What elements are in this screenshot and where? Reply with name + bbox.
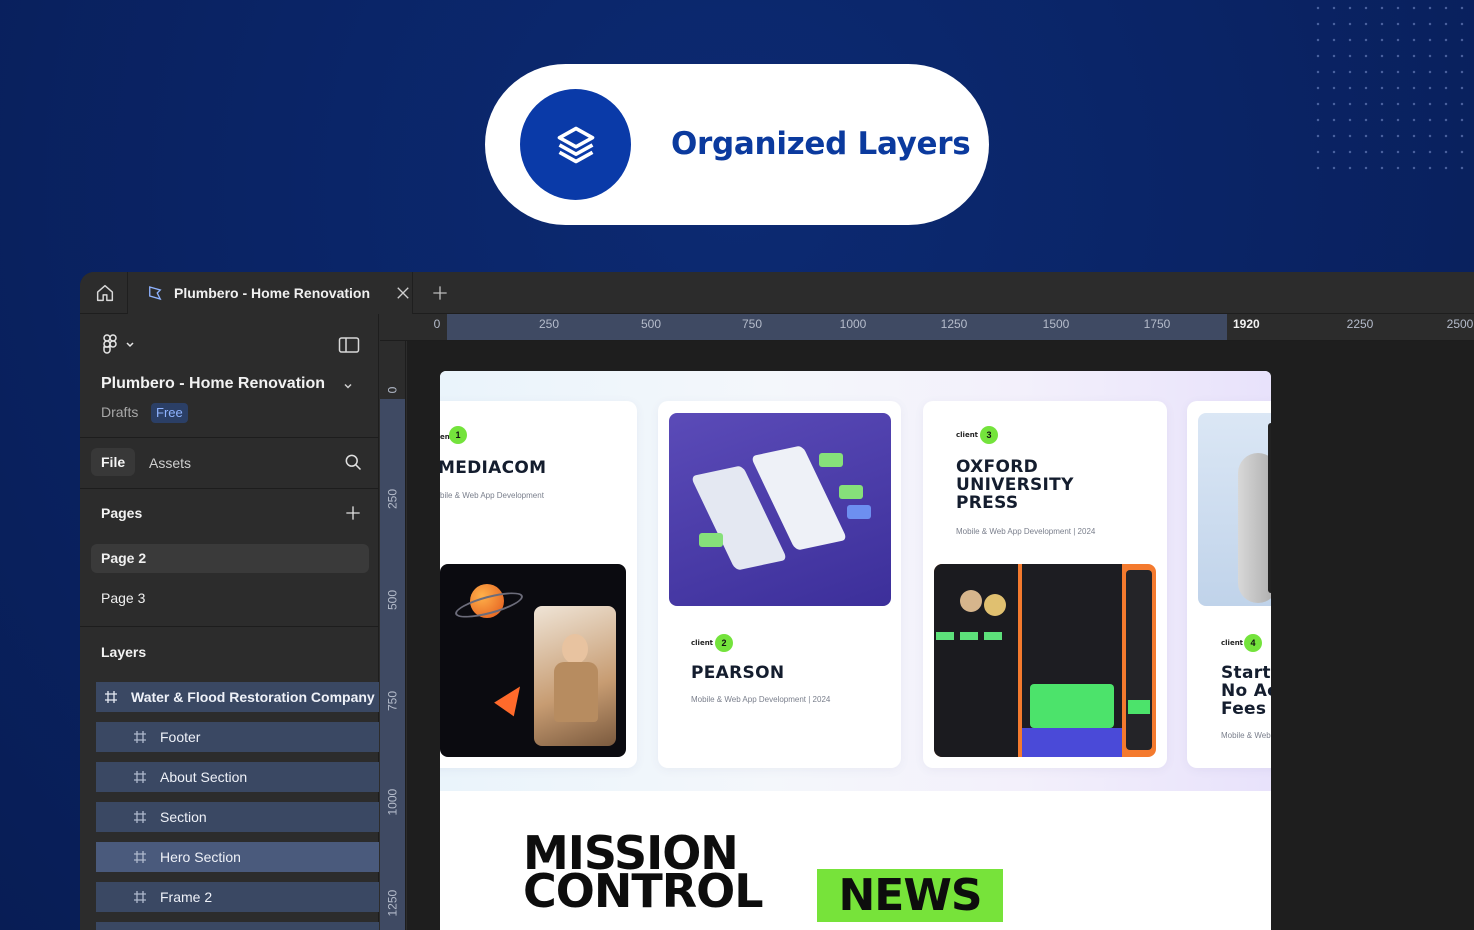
layer-item[interactable]: Section bbox=[96, 802, 379, 832]
ruler-label: 0 bbox=[433, 317, 441, 331]
project-name[interactable]: Plumbero - Home Renovation bbox=[101, 375, 325, 393]
ruler-label: 1000 bbox=[839, 317, 867, 331]
frame-icon bbox=[134, 771, 146, 783]
client-number: 2 bbox=[715, 634, 733, 652]
left-sidebar: Plumbero - Home Renovation Drafts Free F… bbox=[80, 314, 379, 930]
page-item[interactable]: Page 2 bbox=[91, 544, 369, 573]
home-icon[interactable] bbox=[94, 282, 116, 304]
layer-item[interactable]: Footer bbox=[96, 722, 379, 752]
project-mockup-image bbox=[669, 413, 891, 606]
portfolio-card[interactable]: client 4 Start No Ac Fees Mobile & Web bbox=[1187, 401, 1271, 768]
page-frame[interactable]: ent 1 MEDIACOM bile & Web App Developmen… bbox=[440, 371, 1271, 930]
plus-icon[interactable] bbox=[430, 283, 450, 303]
banner-title: Organized Layers bbox=[671, 126, 971, 162]
card-subtitle: Mobile & Web App Development | 2024 bbox=[691, 695, 831, 704]
client-number: 3 bbox=[980, 426, 998, 444]
project-mockup-image bbox=[934, 564, 1156, 757]
design-canvas[interactable]: ent 1 MEDIACOM bile & Web App Developmen… bbox=[407, 341, 1474, 930]
ruler-label: 1000 bbox=[385, 788, 400, 816]
frame-icon bbox=[134, 731, 146, 743]
ruler-label: 1250 bbox=[940, 317, 968, 331]
ruler-label: 250 bbox=[385, 488, 400, 510]
card-title: Fees bbox=[1221, 699, 1267, 719]
panel-toggle-icon[interactable] bbox=[338, 336, 360, 354]
layer-item[interactable] bbox=[96, 922, 379, 930]
card-title: MEDIACOM bbox=[440, 458, 547, 478]
horizontal-ruler: 0 250 500 750 1000 1250 1500 1750 1920 2… bbox=[380, 314, 1474, 341]
card-subtitle: bile & Web App Development bbox=[440, 491, 544, 500]
rocket-illustration bbox=[494, 679, 530, 717]
close-icon[interactable] bbox=[394, 284, 412, 302]
design-file-icon bbox=[149, 286, 162, 301]
portfolio-card[interactable]: client 2 PEARSON Mobile & Web App Develo… bbox=[658, 401, 901, 768]
ruler-label: 750 bbox=[741, 317, 763, 331]
client-number: 1 bbox=[449, 426, 467, 444]
feature-banner: Organized Layers bbox=[485, 64, 989, 225]
card-title: Start bbox=[1221, 663, 1271, 683]
client-label: client bbox=[956, 431, 979, 439]
ruler-label: 1250 bbox=[385, 889, 400, 917]
frame-icon bbox=[134, 811, 146, 823]
ruler-label: 0 bbox=[385, 386, 400, 394]
layer-item-selected[interactable]: Hero Section bbox=[96, 842, 379, 872]
card-subtitle: Mobile & Web bbox=[1221, 731, 1271, 740]
card-title: UNIVERSITY bbox=[956, 475, 1074, 495]
layer-item[interactable]: Water & Flood Restoration Company bbox=[96, 682, 379, 712]
project-mockup-image bbox=[440, 564, 626, 757]
tab-bar: Plumbero - Home Renovation bbox=[80, 272, 1474, 314]
card-subtitle: Mobile & Web App Development | 2024 bbox=[956, 527, 1096, 536]
ruler-label: 1920 bbox=[1233, 317, 1260, 331]
page-item[interactable]: Page 3 bbox=[91, 584, 369, 613]
ruler-label: 500 bbox=[385, 589, 400, 611]
client-label: client bbox=[1221, 639, 1244, 647]
layers-heading: Layers bbox=[101, 644, 147, 660]
card-title: No Ac bbox=[1221, 681, 1271, 701]
ruler-label: 1750 bbox=[1143, 317, 1171, 331]
ruler-label: 2500 bbox=[1446, 317, 1474, 331]
frame-icon bbox=[105, 691, 117, 703]
dot-grid-decoration bbox=[1310, 0, 1474, 170]
ruler-label: 1500 bbox=[1042, 317, 1070, 331]
layer-item[interactable]: About Section bbox=[96, 762, 379, 792]
ruler-label: 250 bbox=[538, 317, 560, 331]
card-title: PRESS bbox=[956, 493, 1019, 513]
pages-heading: Pages bbox=[101, 505, 143, 521]
figma-window: Plumbero - Home Renovation Plumbero - Ho… bbox=[80, 272, 1474, 930]
search-icon[interactable] bbox=[343, 452, 363, 472]
frame-icon bbox=[134, 851, 146, 863]
ruler-label: 2250 bbox=[1346, 317, 1374, 331]
card-title: PEARSON bbox=[691, 663, 785, 683]
headline-badge: NEWS bbox=[817, 869, 1003, 922]
vertical-ruler: 0 250 500 750 1000 1250 bbox=[380, 341, 406, 930]
layer-item[interactable]: Frame 2 bbox=[96, 882, 379, 912]
tab-file[interactable]: File bbox=[91, 448, 136, 476]
client-number: 4 bbox=[1244, 634, 1262, 652]
tab-plumbero[interactable]: Plumbero - Home Renovation bbox=[128, 272, 412, 314]
plan-badge: Free bbox=[151, 403, 188, 423]
chevron-down-icon[interactable] bbox=[342, 379, 354, 391]
tab-assets[interactable]: Assets bbox=[149, 455, 191, 471]
layers-icon bbox=[520, 89, 631, 200]
person-photo bbox=[534, 606, 616, 746]
frame-icon bbox=[134, 891, 146, 903]
client-label: client bbox=[691, 639, 714, 647]
card-title: OXFORD bbox=[956, 457, 1039, 477]
figma-menu-icon[interactable] bbox=[102, 334, 138, 356]
add-page-icon[interactable] bbox=[343, 503, 363, 523]
project-location[interactable]: Drafts bbox=[101, 404, 138, 420]
ruler-label: 750 bbox=[385, 690, 400, 712]
ruler-label: 500 bbox=[640, 317, 662, 331]
tab-title: Plumbero - Home Renovation bbox=[174, 285, 371, 301]
project-mockup-image bbox=[1198, 413, 1271, 606]
portfolio-card[interactable]: ent 1 MEDIACOM bile & Web App Developmen… bbox=[440, 401, 637, 768]
portfolio-card[interactable]: client 3 OXFORD UNIVERSITY PRESS Mobile … bbox=[923, 401, 1167, 768]
headline-text: MISSION CONTROL bbox=[523, 826, 764, 918]
